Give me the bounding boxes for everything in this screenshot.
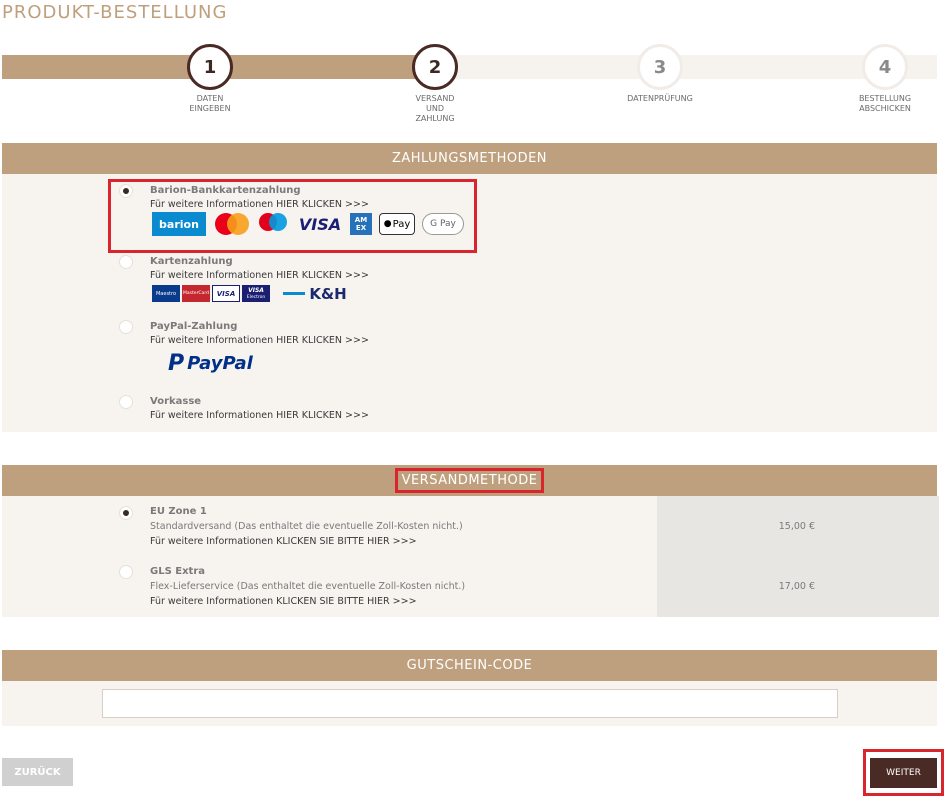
visa-logo: VISA (298, 214, 342, 234)
payment-section: Barion-Bankkartenzahlung Für weitere Inf… (2, 174, 937, 432)
shipping-option-title: GLS Extra (150, 566, 206, 577)
maestro-logo (258, 212, 290, 236)
kh-icon (283, 292, 306, 295)
payment-radio-barion[interactable] (119, 184, 133, 198)
payment-option-title: Kartenzahlung (150, 256, 233, 267)
step-2-label: VERSAND UND ZAHLUNG (415, 94, 455, 123)
apple-pay-text: Pay (392, 218, 411, 230)
shipping-header-highlight: VERSANDMETHODE (394, 468, 545, 493)
price-column (657, 496, 939, 617)
step-3-circle: 3 (637, 44, 683, 90)
barion-logo: barion (152, 212, 206, 236)
shipping-info-link[interactable]: Für weitere Informationen KLICKEN SIE BI… (150, 596, 417, 607)
paypal-text: PayPal (187, 353, 253, 374)
shipping-radio-gls-extra[interactable] (119, 565, 133, 579)
shipping-option-desc: Flex-Lieferservice (Das enthaltet die ev… (150, 581, 466, 592)
google-pay-logo: G Pay (422, 213, 464, 235)
kh-text: K&H (309, 284, 347, 303)
shipping-price: 17,00 € (778, 581, 815, 592)
payment-option-title: PayPal-Zahlung (150, 321, 238, 332)
mastercard-logo (213, 212, 251, 236)
shipping-section-header: VERSANDMETHODE (2, 465, 937, 496)
visa-electron-logo: VISA Electron (242, 285, 270, 302)
maestro-card-logo: Maestro (152, 285, 180, 302)
back-button[interactable]: ZURÜCK (2, 758, 73, 786)
shipping-option-title: EU Zone 1 (150, 506, 207, 517)
visa-electron-bottom: Electron (246, 294, 266, 300)
payment-option-title: Vorkasse (150, 396, 202, 407)
step-3: 3 DATENPRÜFUNG (600, 44, 720, 104)
mastercard-card-logo: MasterCard (182, 285, 210, 302)
step-3-label: DATENPRÜFUNG (627, 94, 693, 103)
visa-electron-top: VISA (248, 286, 264, 294)
step-4-circle: 4 (862, 44, 908, 90)
payment-info-link[interactable]: Für weitere Informationen HIER KLICKEN >… (150, 270, 369, 281)
kh-bank-logo: K&H (272, 284, 358, 303)
step-1-circle: 1 (187, 44, 233, 90)
step-1[interactable]: 1 DATEN EINGEBEN (150, 44, 270, 114)
barion-logos: barion VISA AM EX ● Pay G Pay (152, 212, 464, 236)
visa-card-logo: VISA (212, 285, 240, 302)
payment-section-header: ZAHLUNGSMETHODEN (2, 143, 937, 174)
payment-info-link[interactable]: Für weitere Informationen HIER KLICKEN >… (150, 335, 369, 346)
step-2[interactable]: 2 VERSAND UND ZAHLUNG (375, 44, 495, 124)
step-4-label: BESTELLUNG ABSCHICKEN (858, 94, 912, 113)
payment-radio-kartenzahlung[interactable] (119, 255, 133, 269)
coupon-section-header: GUTSCHEIN-CODE (2, 650, 937, 681)
shipping-section: EU Zone 1 Standardversand (Das enthaltet… (2, 496, 939, 617)
order-stepper: 1 DATEN EINGEBEN 2 VERSAND UND ZAHLUNG 3… (0, 44, 944, 134)
step-4: 4 BESTELLUNG ABSCHICKEN (825, 44, 944, 114)
amex-logo: AM EX (350, 213, 372, 235)
shipping-price: 15,00 € (778, 521, 815, 532)
payment-radio-paypal[interactable] (119, 320, 133, 334)
step-1-label: DATEN EINGEBEN (189, 94, 231, 113)
apple-pay-logo: ● Pay (379, 213, 415, 235)
shipping-info-link[interactable]: Für weitere Informationen KLICKEN SIE BI… (150, 536, 417, 547)
coupon-code-input[interactable] (102, 689, 838, 718)
payment-info-link[interactable]: Für weitere Informationen HIER KLICKEN >… (150, 410, 369, 421)
card-logos: Maestro MasterCard VISA VISA Electron K&… (152, 284, 358, 303)
shipping-radio-eu-zone-1[interactable] (119, 506, 133, 520)
paypal-p-icon: P (168, 351, 185, 376)
payment-info-link[interactable]: Für weitere Informationen HIER KLICKEN >… (150, 199, 369, 210)
next-button[interactable]: WEITER (870, 758, 937, 788)
payment-radio-vorkasse[interactable] (119, 395, 133, 409)
step-2-circle: 2 (412, 44, 458, 90)
apple-icon: ● (383, 219, 392, 229)
paypal-logo: P PayPal (168, 351, 253, 376)
shipping-option-desc: Standardversand (Das enthaltet die event… (150, 521, 463, 532)
payment-option-title: Barion-Bankkartenzahlung (150, 185, 301, 196)
page-title: PRODUKT-BESTELLUNG (2, 2, 228, 23)
